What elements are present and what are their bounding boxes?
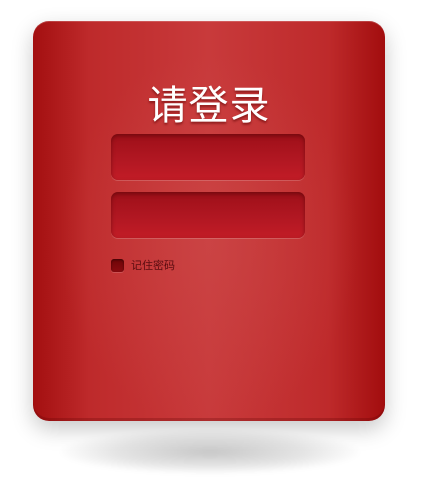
login-screen: 请登录 记住密码	[0, 0, 422, 500]
remember-password-checkbox[interactable]	[111, 258, 124, 272]
username-input[interactable]	[111, 134, 305, 180]
login-title: 请登录	[147, 83, 271, 129]
panel-floor-shadow	[60, 430, 360, 474]
remember-password-label: 记住密码	[131, 258, 175, 272]
remember-password-option[interactable]: 记住密码	[111, 258, 175, 272]
password-input[interactable]	[111, 192, 305, 238]
